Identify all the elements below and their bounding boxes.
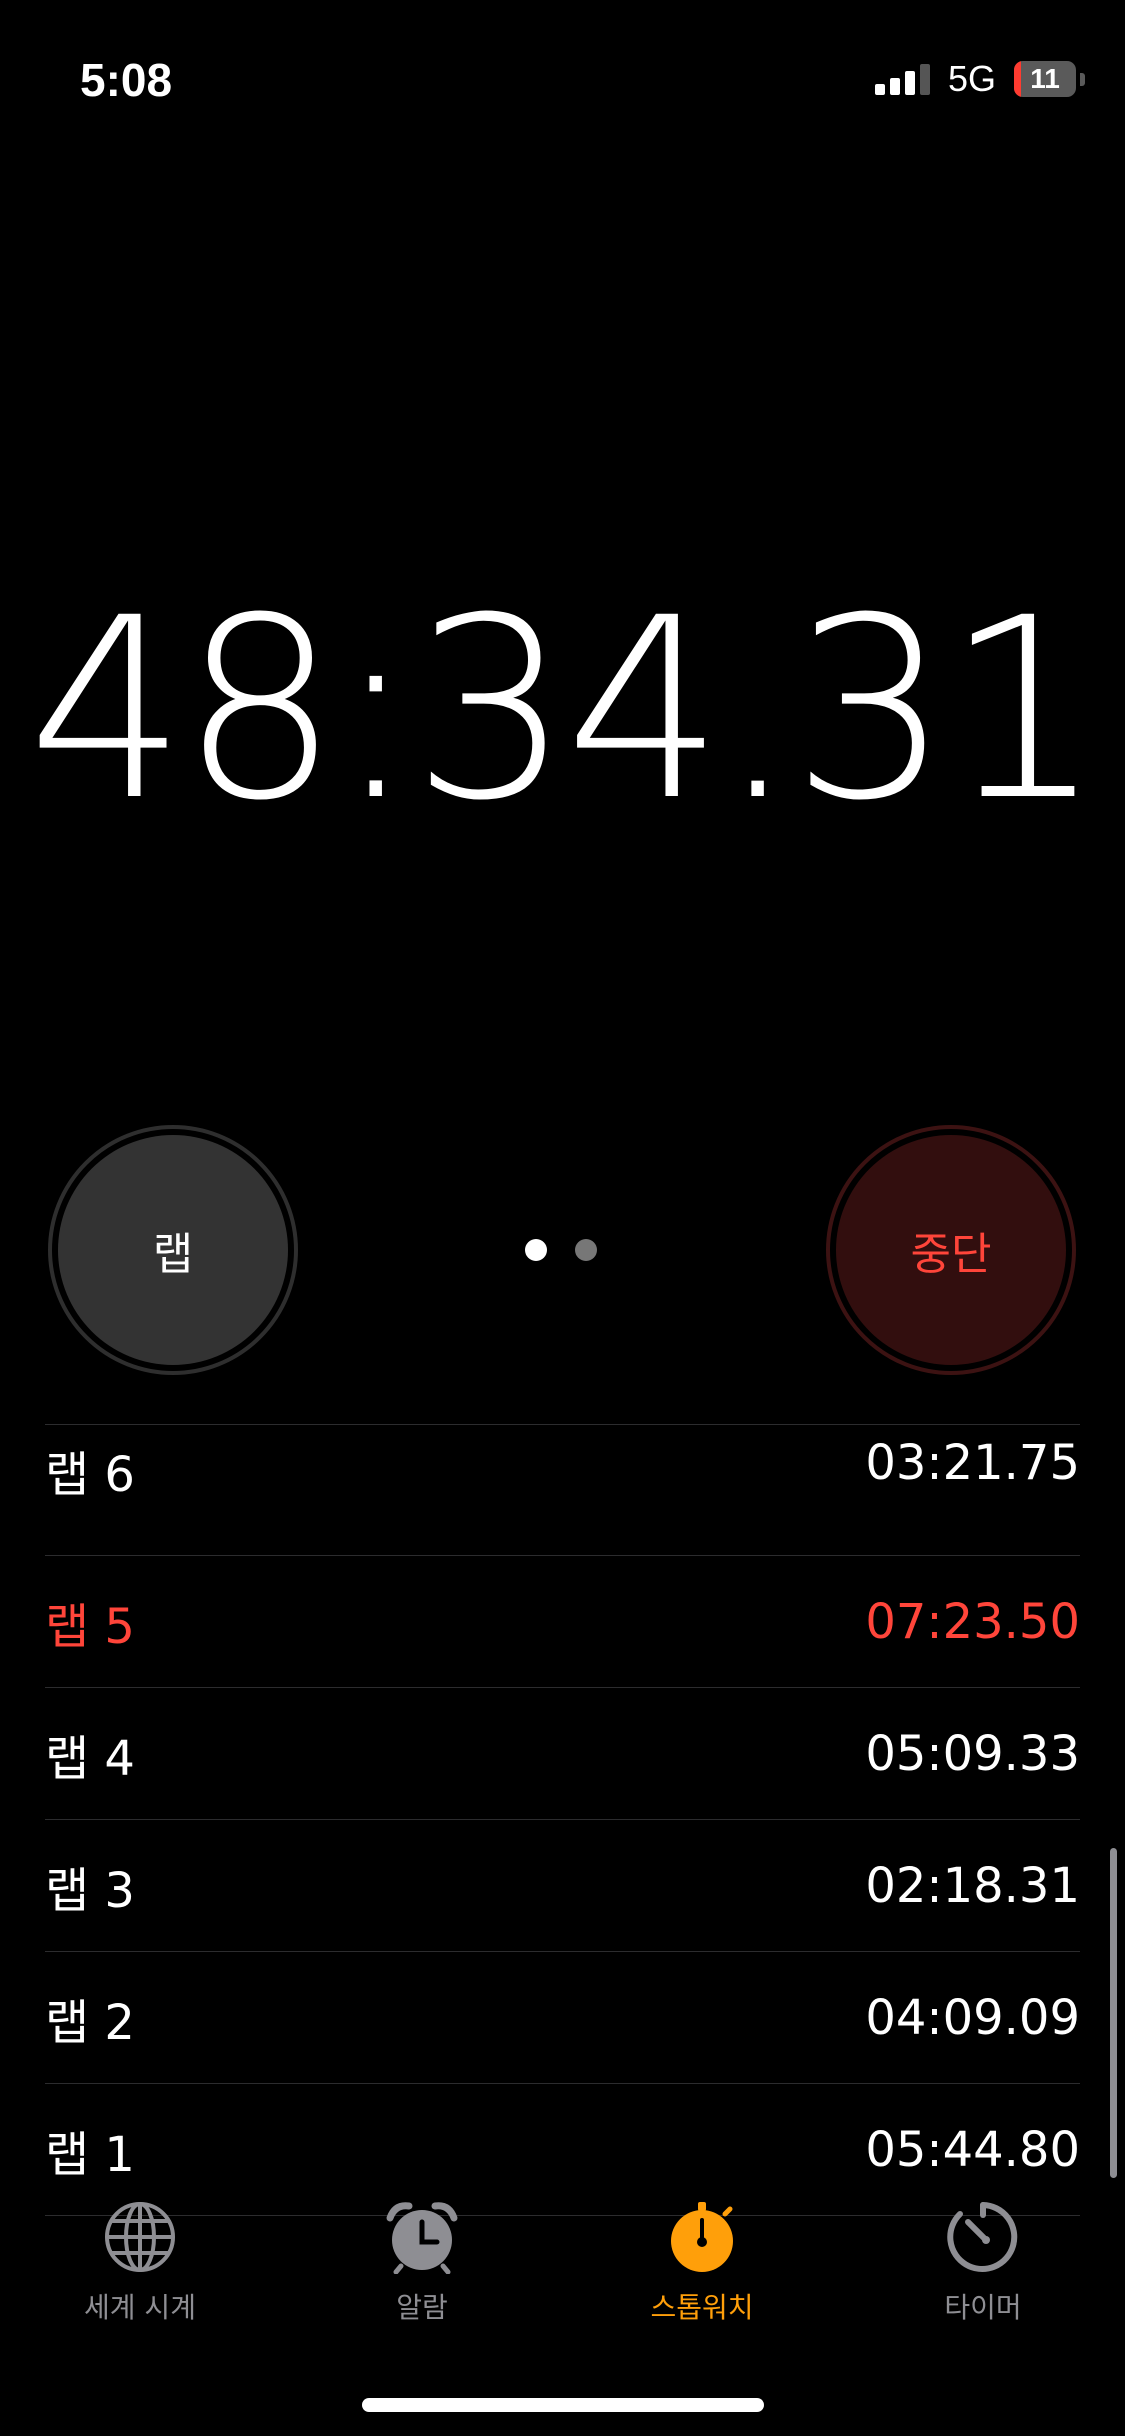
- tab-label: 세계 시계: [84, 2291, 196, 2324]
- lap-time: 05:09.33: [865, 1725, 1080, 1782]
- page-dot: [575, 1239, 597, 1261]
- lap-label: 랩 2: [45, 1994, 135, 2051]
- tab-bar: 세계 시계 알람 스톱워치 타이머: [0, 2200, 1125, 2340]
- lap-time: 07:23.50: [865, 1593, 1080, 1650]
- battery-level: 11: [1030, 63, 1060, 94]
- tab-stopwatch[interactable]: 스톱워치: [582, 2200, 822, 2326]
- elapsed-time: 48:34.31: [27, 564, 1103, 855]
- lap-row: 랩 3 02:18.31: [45, 1820, 1080, 1952]
- tab-timer[interactable]: 타이머: [863, 2200, 1103, 2326]
- alarm-clock-icon: [385, 2200, 459, 2274]
- home-indicator[interactable]: [362, 2398, 764, 2412]
- lap-time: 03:21.75: [865, 1435, 1080, 1491]
- lap-row: 랩 1 05:44.80: [45, 2084, 1080, 2216]
- stop-button-label: 중단: [836, 1135, 1066, 1365]
- page-dot: [525, 1239, 547, 1261]
- tab-label: 스톱워치: [650, 2291, 754, 2324]
- lap-label: 랩 6: [45, 1447, 135, 1503]
- battery-icon: 11: [1014, 61, 1076, 97]
- status-indicators: 5G 11: [874, 58, 1085, 100]
- network-type: 5G: [947, 58, 996, 99]
- scrollbar[interactable]: [1110, 1848, 1117, 2178]
- lap-button-label: 랩: [58, 1135, 288, 1365]
- lap-label: 랩 3: [45, 1862, 135, 1919]
- timer-icon: [946, 2200, 1020, 2274]
- lap-button[interactable]: 랩: [48, 1125, 298, 1375]
- lap-label: 랩 5: [45, 1598, 135, 1655]
- lap-time: 02:18.31: [865, 1857, 1080, 1914]
- cellular-signal-icon: [874, 63, 930, 95]
- lap-time: 04:09.09: [865, 1989, 1080, 2046]
- lap-row: 랩 5 07:23.50: [45, 1556, 1080, 1688]
- lap-row: 랩 6 03:21.75: [45, 1425, 1080, 1556]
- lap-label: 랩 4: [45, 1730, 135, 1787]
- lap-list[interactable]: 랩 6 03:21.75 랩 5 07:23.50 랩 4 05:09.33 랩…: [45, 1424, 1080, 2216]
- lap-label: 랩 1: [45, 2126, 135, 2183]
- stop-button[interactable]: 중단: [826, 1125, 1076, 1375]
- lap-row: 랩 2 04:09.09: [45, 1952, 1080, 2084]
- tab-alarm[interactable]: 알람: [302, 2200, 542, 2326]
- page-indicator[interactable]: [525, 1239, 597, 1261]
- battery-cap: [1080, 72, 1085, 86]
- tab-label: 알람: [396, 2291, 448, 2324]
- stopwatch-icon: [665, 2200, 739, 2274]
- status-time: 5:08: [80, 54, 173, 106]
- lap-time: 05:44.80: [865, 2121, 1080, 2178]
- globe-icon: [103, 2200, 177, 2274]
- tab-world-clock[interactable]: 세계 시계: [20, 2200, 260, 2326]
- tab-label: 타이머: [944, 2291, 1022, 2324]
- lap-row: 랩 4 05:09.33: [45, 1688, 1080, 1820]
